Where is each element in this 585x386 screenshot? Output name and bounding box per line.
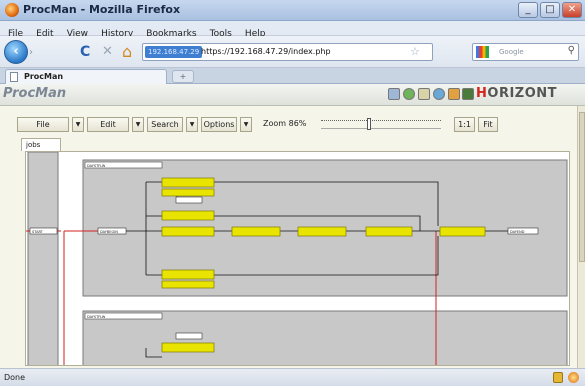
addon-status-icon[interactable] — [568, 372, 579, 383]
bookmark-star-icon[interactable]: ☆ — [410, 45, 420, 58]
job-node[interactable] — [297, 226, 347, 237]
status-text: Done — [4, 373, 26, 382]
url-bar[interactable]: 192.168.47.29 https://192.168.47.29/inde… — [142, 43, 433, 61]
job-node[interactable] — [161, 177, 215, 188]
print-tool-icon[interactable] — [418, 88, 430, 100]
window-tool-icon[interactable] — [388, 88, 400, 100]
job-node[interactable] — [365, 226, 413, 237]
padlock-icon[interactable] — [553, 372, 563, 383]
zoom-fit-button[interactable]: Fit — [478, 117, 498, 132]
app-name: ProcMan — [3, 86, 67, 101]
view-tabs: jobs — [17, 138, 564, 151]
sub-node-2[interactable] — [175, 332, 203, 340]
options-menu-button[interactable]: Options — [201, 117, 237, 132]
job-node[interactable] — [439, 226, 486, 237]
close-button[interactable]: ✕ — [562, 2, 582, 18]
zoom-slider[interactable] — [321, 118, 441, 130]
search-menu-button[interactable]: Search — [147, 117, 183, 132]
tab-jobs[interactable]: jobs — [21, 138, 61, 151]
maximize-button[interactable]: □ — [540, 2, 560, 18]
app-toolbar: File ▼ Edit ▼ Search ▼ Options ▼ Zoom 86… — [17, 114, 498, 136]
forward-button[interactable]: › — [29, 45, 45, 60]
new-tab-button[interactable]: + — [172, 70, 194, 83]
search-dropdown-icon[interactable]: ▼ — [186, 117, 198, 132]
edit-menu-button[interactable]: Edit — [87, 117, 129, 132]
app-body: File ▼ Edit ▼ Search ▼ Options ▼ Zoom 86… — [0, 106, 577, 368]
entry-node-label: DAYBEGIN — [100, 230, 118, 234]
search-icon[interactable]: ⚲ — [568, 45, 575, 56]
app-header: ProcMan HORIZONT — [0, 84, 585, 106]
job-node[interactable] — [231, 226, 281, 237]
file-menu-button[interactable]: File — [17, 117, 69, 132]
job-node[interactable] — [161, 188, 215, 197]
zoom-slider-knob[interactable] — [367, 118, 371, 130]
sync-tool-icon[interactable] — [433, 88, 445, 100]
home-button[interactable]: ⌂ — [122, 43, 132, 61]
group-label-1: DAYSTFLW — [87, 164, 106, 168]
stop-button[interactable]: ✕ — [102, 43, 113, 61]
file-dropdown-icon[interactable]: ▼ — [72, 117, 84, 132]
tab-label: ProcMan — [24, 72, 64, 81]
browser-window: ProcMan - Mozilla Firefox _ □ ✕ File Edi… — [0, 0, 585, 386]
job-node[interactable] — [161, 342, 215, 353]
title-bar: ProcMan - Mozilla Firefox _ □ ✕ — [0, 0, 585, 21]
brand-logo: HORIZONT — [476, 86, 558, 101]
page-icon — [10, 72, 18, 82]
page-scrollbar-thumb[interactable] — [579, 112, 585, 262]
site-identity-badge[interactable]: 192.168.47.29 — [145, 46, 203, 58]
tab-bar: ProcMan + — [0, 68, 585, 84]
tab-procman[interactable]: ProcMan — [5, 69, 167, 84]
firefox-icon — [5, 3, 19, 17]
job-node[interactable] — [161, 280, 215, 289]
google-icon[interactable] — [476, 46, 489, 58]
options-dropdown-icon[interactable]: ▼ — [240, 117, 252, 132]
job-node[interactable] — [161, 269, 215, 280]
search-placeholder: Google — [499, 48, 524, 56]
left-group-panel — [27, 152, 59, 365]
home-tool-icon[interactable] — [448, 88, 460, 100]
job-flow-diagram[interactable]: DAYSTFLW DAYSTFLW START DAYBEGIN DAYEND — [26, 152, 570, 366]
zoom-1to1-button[interactable]: 1:1 — [454, 117, 475, 132]
group-label-2: DAYSTFLW — [87, 315, 106, 319]
end-node-label: DAYEND — [510, 230, 525, 234]
edit-dropdown-icon[interactable]: ▼ — [132, 117, 144, 132]
page-scrollbar[interactable] — [577, 106, 585, 368]
menu-bar: File Edit View History Bookmarks Tools H… — [0, 21, 585, 39]
url-text[interactable]: https://192.168.47.29/index.php — [201, 46, 331, 58]
zoom-label: Zoom 86% — [263, 119, 307, 128]
minimize-button[interactable]: _ — [518, 2, 538, 18]
job-flow-canvas[interactable]: DAYSTFLW DAYSTFLW START DAYBEGIN DAYEND — [25, 151, 570, 366]
start-node-label: START — [32, 230, 44, 234]
refresh-tool-icon[interactable] — [403, 88, 415, 100]
reload-button[interactable]: C — [80, 43, 90, 61]
search-box[interactable]: Google ⚲ — [472, 43, 579, 61]
sub-node[interactable] — [175, 196, 203, 204]
window-title: ProcMan - Mozilla Firefox — [23, 3, 181, 16]
back-button[interactable]: ‹ — [4, 40, 28, 64]
status-bar: Done — [0, 368, 585, 386]
navigation-bar: ‹ › C ✕ ⌂ 192.168.47.29 https://192.168.… — [0, 36, 585, 68]
job-node[interactable] — [161, 210, 215, 221]
chart-tool-icon[interactable] — [462, 88, 474, 100]
job-node[interactable] — [161, 226, 215, 237]
